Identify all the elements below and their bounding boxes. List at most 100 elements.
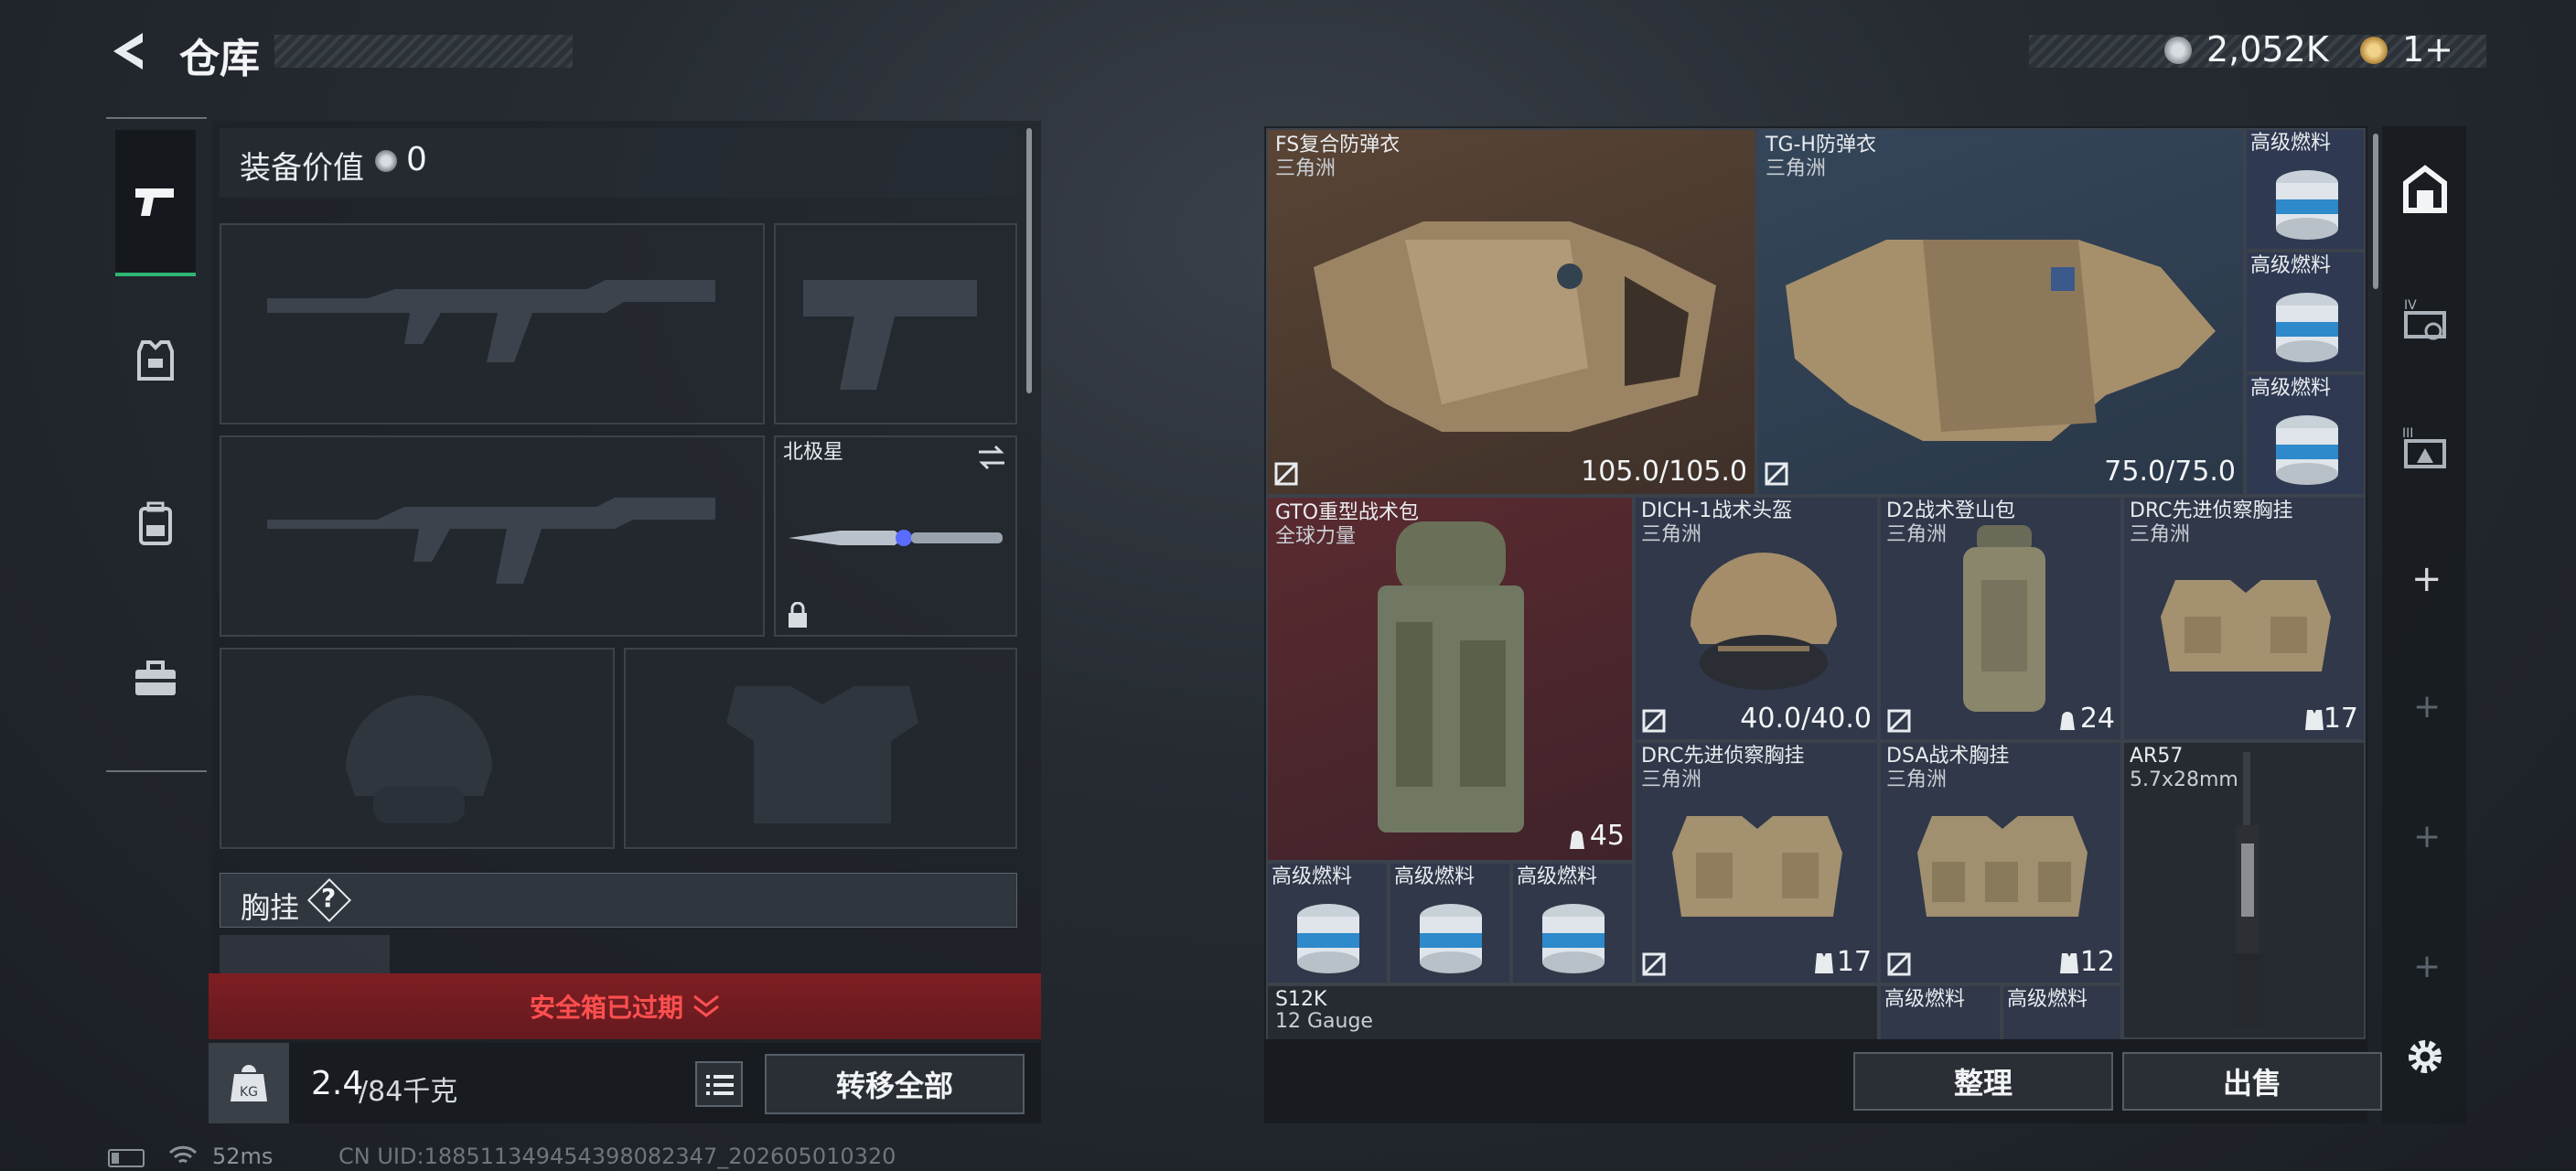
pistol-silhouette-icon: [803, 280, 977, 390]
item-fuel-7[interactable]: 高级燃料: [1879, 984, 2002, 1039]
token-icon: [2360, 37, 2388, 64]
add-storage-icon-4: +: [2413, 948, 2442, 985]
item-drc-rig-1[interactable]: DRC先进侦察胸挂 三角洲 17: [2122, 496, 2366, 741]
item-fs-armor[interactable]: FS复合防弹衣 三角洲 105.0/105.0: [1266, 128, 1756, 496]
fuel-can-icon: [2276, 170, 2338, 240]
chest-rig-image: [1672, 816, 1842, 917]
stash-tab[interactable]: [2388, 137, 2461, 243]
swap-icon[interactable]: [975, 445, 1008, 470]
briefcase-icon: [135, 661, 176, 695]
item-fuel-2[interactable]: 高级燃料: [2245, 251, 2366, 373]
help-icon-text: ?: [321, 883, 337, 913]
storage-tab-iv[interactable]: IV: [2388, 274, 2461, 366]
page-title: 仓库: [179, 36, 260, 82]
item-name: 高级燃料: [2250, 377, 2332, 400]
primary-weapon-slot[interactable]: [220, 223, 765, 424]
capacity-icon: [2060, 712, 2075, 730]
panel-scrollbar[interactable]: [1026, 128, 1032, 393]
svg-text:IV: IV: [2404, 298, 2417, 313]
svg-text:KG: KG: [240, 1085, 258, 1100]
capacity: 45: [1589, 820, 1625, 852]
melee-slot[interactable]: 北极星: [774, 435, 1017, 637]
item-fuel-4[interactable]: 高级燃料: [1266, 862, 1389, 984]
capacity: 12: [2079, 946, 2115, 978]
item-fuel-6[interactable]: 高级燃料: [1511, 862, 1634, 984]
back-button[interactable]: [102, 27, 154, 75]
item-name: DRC先进侦察胸挂: [1641, 745, 1805, 768]
tab-weapons[interactable]: [115, 130, 196, 276]
item-ar57[interactable]: AR57 5.7x28mm: [2122, 741, 2366, 1039]
helmet-slot[interactable]: [220, 648, 615, 849]
item-fuel-3[interactable]: 高级燃料: [2245, 373, 2366, 496]
tab-backpack[interactable]: [110, 501, 201, 554]
item-tgh-armor[interactable]: TG-H防弹衣 三角洲 75.0/75.0: [1756, 128, 2245, 496]
tgh-armor-image: [1786, 240, 2216, 441]
backpack-icon: [139, 501, 172, 545]
item-drc-rig-2[interactable]: DRC先进侦察胸挂 三角洲 17: [1634, 741, 1879, 984]
secure-case-banner[interactable]: 安全箱已过期: [209, 973, 1041, 1039]
fuel-can-icon: [1297, 904, 1359, 973]
item-fuel-5[interactable]: 高级燃料: [1389, 862, 1511, 984]
item-name: 高级燃料: [1884, 988, 1966, 1011]
ar57-rifle-image: [2232, 752, 2263, 1026]
no-insure-icon: [1765, 462, 1788, 486]
secondary-weapon-slot[interactable]: [220, 435, 765, 637]
capacity: 17: [2323, 703, 2358, 735]
rifle-silhouette-icon-2: [267, 498, 715, 584]
armor-slot[interactable]: [624, 648, 1017, 849]
settings-icon[interactable]: [2402, 1034, 2448, 1080]
item-s12k[interactable]: S12K 12 Gauge: [1266, 984, 1879, 1039]
chest-rig-label: 胸挂: [241, 890, 300, 925]
sell-button[interactable]: 出售: [2122, 1052, 2382, 1111]
add-storage-icon-2: +: [2413, 688, 2442, 725]
item-dich-helmet[interactable]: DICH-1战术头盔 三角洲 40.0/40.0: [1634, 496, 1879, 741]
add-storage-icon-1[interactable]: +: [2411, 558, 2442, 600]
weight-current: 2.4: [311, 1065, 364, 1102]
rig-capacity-icon: [1815, 953, 1833, 973]
rifle-silhouette-icon: [267, 280, 715, 362]
item-gto-bag[interactable]: GTO重型战术包 全球力量 45: [1266, 496, 1634, 862]
item-name: 高级燃料: [2007, 988, 2088, 1011]
item-name: 高级燃料: [2250, 254, 2332, 277]
item-source: 三角洲: [1275, 157, 1336, 180]
melee-name: 北极星: [783, 441, 844, 464]
item-name: DICH-1战术头盔: [1641, 500, 1793, 522]
coin-icon-small: [375, 150, 397, 172]
wifi-icon: [168, 1145, 198, 1164]
grid-scrollbar[interactable]: [2373, 134, 2378, 289]
currency-value: 2,052K: [2206, 29, 2329, 70]
item-fuel-1[interactable]: 高级燃料: [2245, 128, 2366, 251]
item-name: 高级燃料: [1517, 865, 1598, 888]
uid-text: CN UID:1885113494543980823​47_2026050103…: [338, 1144, 896, 1169]
title-underline-stripe: [274, 35, 573, 68]
tab-armor[interactable]: [110, 338, 201, 392]
chest-rig-header: 胸挂 ? ?: [220, 873, 1017, 928]
sort-button[interactable]: 整理: [1853, 1052, 2113, 1111]
battery-icon: [108, 1149, 145, 1167]
storage-iii-icon: III: [2402, 426, 2446, 468]
armor-silhouette-icon: [726, 686, 918, 823]
lock-icon: [789, 602, 807, 628]
transfer-all-button[interactable]: 转移全部: [765, 1054, 1025, 1114]
weight-icon-box: KG: [209, 1043, 289, 1123]
item-name: DSA战术胸挂: [1886, 745, 2010, 768]
item-name: S12K: [1275, 988, 1327, 1011]
list-icon: [706, 1075, 734, 1095]
weight-icon: KG: [231, 1065, 267, 1101]
item-fuel-8[interactable]: 高级燃料: [2002, 984, 2122, 1039]
weight-max: /84千克: [359, 1076, 458, 1108]
gto-bag-image: [1378, 521, 1524, 833]
item-source: 三角洲: [1886, 768, 1948, 791]
item-name: 高级燃料: [1394, 865, 1476, 888]
item-d2-bag[interactable]: D2战术登山包 三角洲 24: [1879, 496, 2122, 741]
item-name: 高级燃料: [1272, 865, 1353, 888]
item-dsa-rig[interactable]: DSA战术胸挂 三角洲 12: [1879, 741, 2122, 984]
storage-tab-iii[interactable]: III: [2388, 403, 2461, 494]
chest-rig-slot[interactable]: [220, 935, 390, 977]
pistol-slot[interactable]: [774, 223, 1017, 424]
tab-case[interactable]: [110, 661, 201, 706]
ping-text: 52ms: [212, 1144, 274, 1169]
durability: 105.0/105.0: [1581, 456, 1747, 488]
token-value[interactable]: 1+: [2402, 29, 2453, 70]
list-view-button[interactable]: [695, 1061, 743, 1107]
